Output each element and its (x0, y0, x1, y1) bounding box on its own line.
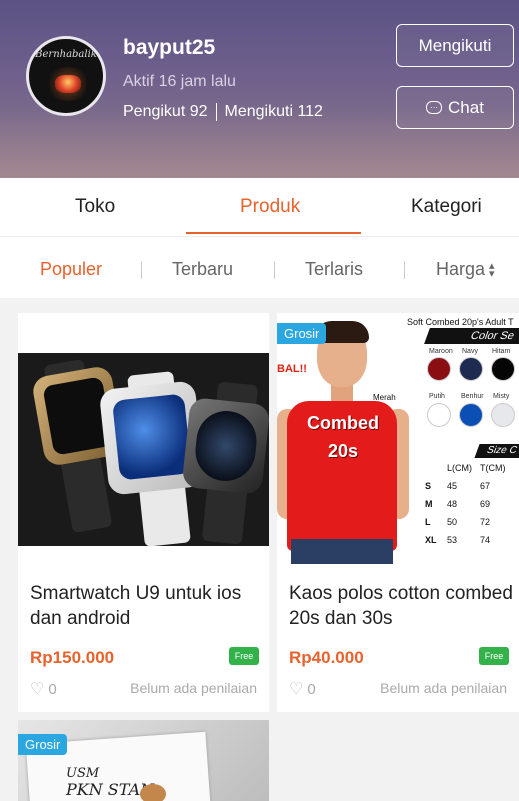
sort-terlaris[interactable]: Terlaris (305, 259, 363, 280)
active-status: Aktif 16 jam lalu (123, 73, 236, 90)
shirt-print-line: 20s (327, 441, 359, 461)
free-shipping-icon: Free (479, 647, 509, 665)
color-swatch (459, 357, 483, 381)
size-cell: 67 (480, 481, 491, 491)
color-swatch (427, 403, 451, 427)
active-tab-indicator (186, 232, 361, 234)
color-swatch (491, 357, 515, 381)
grosir-badge: Grosir (18, 734, 68, 755)
product-title: Smartwatch U9 untuk ios dan android (30, 583, 242, 629)
size-col-header: L(CM) (447, 463, 472, 473)
avatar-text: Bernhabalik (35, 49, 97, 60)
sort-bar: Populer Terbaru Terlaris Harga ▴ ▾ (0, 236, 519, 298)
sort-terbaru[interactable]: Terbaru (172, 259, 233, 280)
like-button[interactable]: ♡ 0 (289, 679, 316, 699)
heart-icon: ♡ (289, 681, 304, 698)
sort-populer[interactable]: Populer (40, 259, 102, 280)
stats-divider (215, 103, 217, 121)
avatar[interactable]: Bernhabalik (26, 36, 106, 116)
color-label: Navy (462, 348, 478, 355)
size-cell: M (425, 499, 433, 509)
shop-header: Bernhabalik bayput25 Aktif 16 jam lalu P… (0, 0, 519, 178)
tab-kategori[interactable]: Kategori (411, 196, 482, 218)
product-card[interactable]: BAL!! Combed 20s Soft Combed 20p's Adult… (277, 313, 519, 712)
rating-text: Belum ada penilaian (130, 680, 257, 696)
size-cell: 48 (447, 499, 458, 509)
size-cell: S (425, 481, 432, 491)
size-cell: 50 (447, 517, 458, 527)
book-text: USM (66, 766, 100, 781)
promo-text: BAL!! (277, 363, 307, 375)
tab-toko[interactable]: Toko (75, 196, 115, 218)
color-swatch (491, 403, 515, 427)
color-label: Misty (493, 393, 510, 400)
sort-harga-label: Harga (436, 259, 486, 279)
product-image: BAL!! Combed 20s Soft Combed 20p's Adult… (277, 313, 519, 564)
table-row: L 50 72 (425, 515, 512, 531)
like-count: 0 (307, 680, 316, 698)
size-cell: 69 (480, 499, 491, 509)
size-cell: 74 (480, 535, 491, 545)
spec-title: Soft Combed 20p's Adult T (407, 317, 514, 327)
size-header: Size C (474, 444, 519, 458)
shop-tabs: Toko Produk Kategori (0, 178, 519, 236)
product-price: Rp150.000 (30, 648, 115, 667)
watch-screen (112, 393, 192, 481)
sort-harga[interactable]: Harga ▴ ▾ (436, 259, 495, 280)
shirt-print-line: Combed (307, 413, 379, 433)
heart-icon: ♡ (30, 681, 45, 698)
size-cell: XL (425, 535, 437, 545)
chat-icon: ··· (426, 101, 443, 114)
rating-text: Belum ada penilaian (380, 680, 507, 696)
chat-button-label: Chat (448, 97, 484, 117)
size-cell: 45 (447, 481, 458, 491)
sort-divider (274, 261, 275, 279)
product-card[interactable]: USM PKN STAN Grosir (18, 720, 269, 801)
product-card[interactable]: Smartwatch U9 untuk ios dan android Rp15… (18, 313, 269, 712)
food-item (140, 784, 166, 801)
grosir-badge: Grosir (277, 323, 327, 344)
size-table: L(CM) T(CM) S 45 67 M 48 69 L 50 72 XL 5… (423, 459, 514, 551)
color-label: Putih (429, 393, 445, 400)
size-cell: L (425, 517, 431, 527)
product-image: USM PKN STAN (18, 720, 269, 801)
like-button[interactable]: ♡ 0 (30, 679, 57, 699)
color-label: Benhur (461, 393, 484, 400)
color-label: Maroon (429, 348, 453, 355)
chat-button[interactable]: ··· Chat (396, 86, 514, 129)
size-cell: 53 (447, 535, 458, 545)
color-swatch (427, 357, 451, 381)
table-row: M 48 69 (425, 497, 512, 513)
followers-count[interactable]: Pengikut 92 (123, 103, 208, 121)
color-swatch (459, 403, 483, 427)
free-shipping-icon: Free (229, 647, 259, 665)
shirt-print: Combed 20s (303, 409, 383, 465)
size-col-header: T(CM) (480, 463, 506, 473)
table-row: XL 53 74 (425, 533, 512, 549)
size-cell: 72 (480, 517, 491, 527)
tab-produk[interactable]: Produk (240, 196, 300, 218)
table-row: S 45 67 (425, 479, 512, 495)
candle-image (55, 75, 81, 93)
color-label: Merah (373, 393, 396, 402)
product-title: Kaos polos cotton combed 20s dan 30s (289, 583, 513, 629)
model-jeans (291, 539, 393, 564)
like-count: 0 (48, 680, 57, 698)
follow-button[interactable]: Mengikuti (396, 24, 514, 67)
product-price: Rp40.000 (289, 648, 364, 667)
color-header: Color Se (424, 328, 519, 344)
color-label: Hitam (492, 348, 511, 355)
sort-divider (404, 261, 405, 279)
follow-stats: Pengikut 92 Mengikuti 112 (123, 103, 323, 121)
shop-username: bayput25 (123, 36, 216, 59)
sort-arrows-icon: ▴ ▾ (489, 260, 495, 281)
sort-divider (141, 261, 142, 279)
following-count[interactable]: Mengikuti 112 (225, 103, 323, 121)
product-image (18, 313, 269, 564)
